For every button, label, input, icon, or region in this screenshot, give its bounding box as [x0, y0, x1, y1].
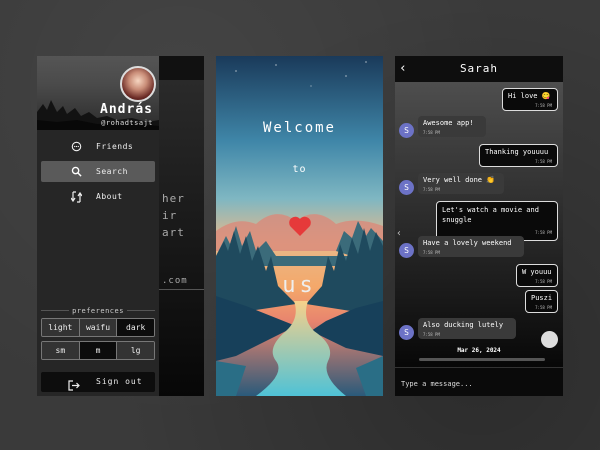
chat-bubble-icon: [70, 141, 82, 153]
theme-option-light[interactable]: light: [42, 319, 80, 336]
avatar[interactable]: [120, 66, 156, 102]
chevron-left-icon: ‹: [396, 228, 403, 239]
message-incoming[interactable]: Awesome app! 7:58 PM: [418, 116, 486, 137]
menu-item-label: Search: [96, 167, 128, 176]
message-incoming[interactable]: Also ducking lutely 7:58 PM: [418, 318, 516, 339]
background-header: [159, 56, 204, 80]
logout-icon: [68, 376, 80, 395]
drawer-screen: her ir art .com András @rohadtsajt Frien…: [37, 56, 204, 396]
welcome-screen: Welcome to us: [216, 56, 383, 396]
navigation-drawer: András @rohadtsajt Friends Search About …: [37, 56, 159, 396]
background-text: her: [162, 192, 185, 205]
preferences-title: preferences: [37, 307, 159, 315]
user-name: András: [100, 102, 153, 117]
divider: [419, 358, 545, 361]
menu-item-label: Friends: [96, 142, 134, 151]
menu-item-label: About: [96, 192, 123, 201]
message-incoming[interactable]: Very well done 👏 7:58 PM: [418, 173, 504, 194]
theme-option-waifu[interactable]: waifu: [79, 319, 118, 336]
background-text: .com: [162, 276, 188, 286]
avatar[interactable]: S: [399, 325, 414, 340]
message-outgoing[interactable]: Puszi 7:58 PM: [525, 290, 558, 313]
theme-option-dark[interactable]: dark: [117, 319, 154, 336]
avatar[interactable]: S: [399, 243, 414, 258]
background-text: ir: [162, 209, 178, 222]
chat-header: ‹ Sarah: [395, 56, 563, 82]
sign-out-button[interactable]: Sign out: [41, 372, 155, 392]
swap-icon: [70, 190, 82, 203]
theme-selector: light waifu dark: [41, 318, 155, 337]
message-incoming[interactable]: Have a lovely weekend 7:58 PM: [418, 236, 524, 257]
background-text: art: [162, 226, 185, 239]
message-composer: [395, 367, 563, 396]
avatar[interactable]: S: [399, 123, 414, 138]
chat-screen: ‹ Sarah ‹ Hi love 😋 7:58 PM S Awesome app…: [395, 56, 563, 396]
message-outgoing[interactable]: Let's watch a movie and snuggle 7:58 PM: [436, 201, 558, 241]
background-divider: [159, 289, 204, 290]
size-option-m[interactable]: m: [79, 342, 118, 359]
menu-item-friends[interactable]: Friends: [41, 136, 155, 157]
user-handle: @rohadtsajt: [101, 119, 153, 127]
welcome-connector: to: [292, 164, 307, 175]
drawer-header: András @rohadtsajt: [37, 56, 159, 130]
welcome-name: us: [282, 273, 317, 298]
heart-icon: [289, 216, 311, 236]
search-icon: [70, 166, 82, 178]
size-option-sm[interactable]: sm: [42, 342, 80, 359]
size-selector: sm m lg: [41, 341, 155, 360]
date-separator: Mar 26, 2024: [457, 347, 501, 354]
message-outgoing[interactable]: Thanking youuuu 7:58 PM: [479, 144, 558, 167]
menu-item-search[interactable]: Search: [41, 161, 155, 182]
welcome-title: Welcome: [262, 120, 336, 136]
avatar[interactable]: S: [399, 180, 414, 195]
size-option-lg[interactable]: lg: [117, 342, 154, 359]
message-outgoing[interactable]: W youuu 7:58 PM: [516, 264, 558, 287]
message-input[interactable]: [399, 376, 563, 392]
floating-action-button[interactable]: [541, 331, 558, 348]
message-outgoing[interactable]: Hi love 😋 7:58 PM: [502, 88, 558, 111]
menu-item-about[interactable]: About: [41, 186, 155, 207]
contact-name: Sarah: [459, 62, 499, 75]
sign-out-label: Sign out: [96, 377, 143, 386]
